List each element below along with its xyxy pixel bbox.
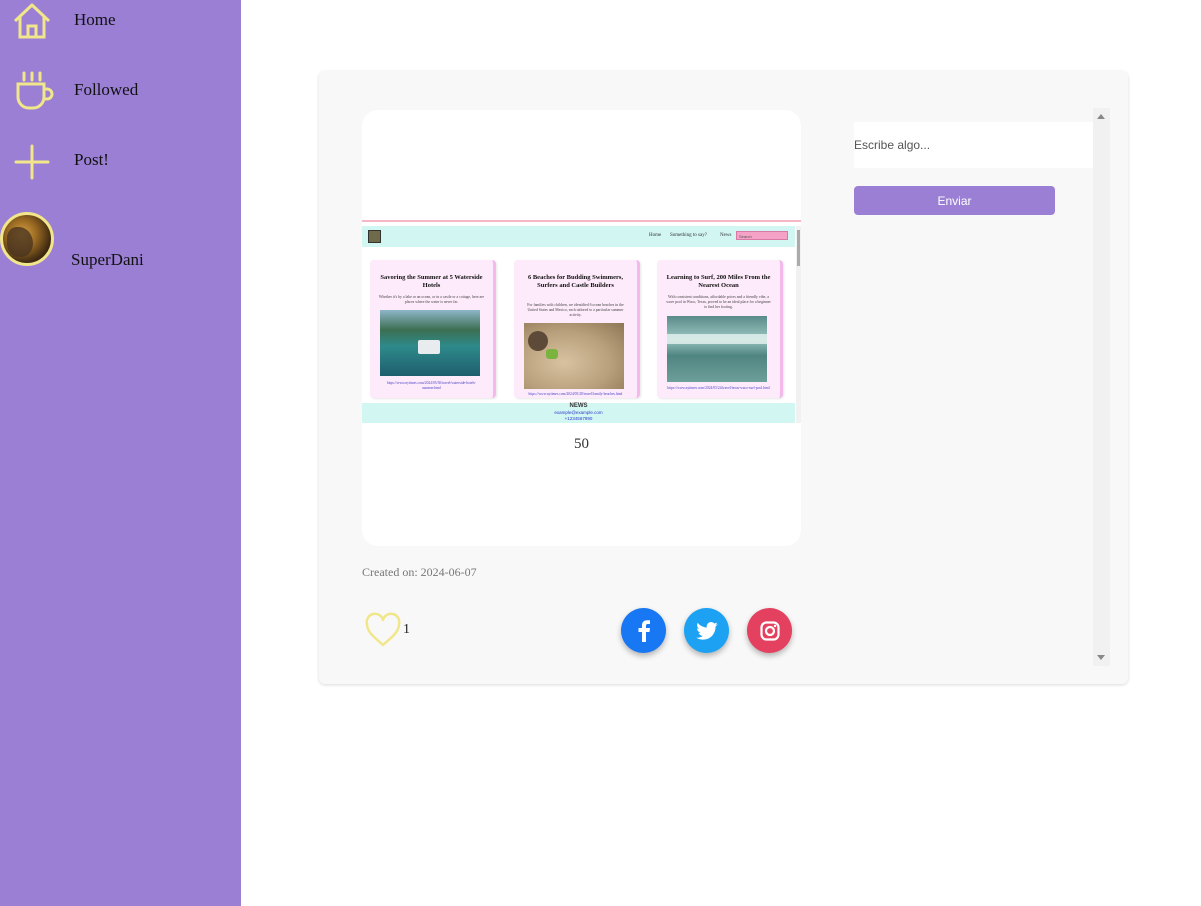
preview-header: Home Something to say? News Search <box>362 226 795 247</box>
avatar[interactable] <box>0 212 54 266</box>
twitter-icon <box>695 621 718 640</box>
preview-article-desc: Whether it's by a lake or an ocean, or i… <box>378 295 485 304</box>
preview-footer-phone: +1234567890 <box>564 416 593 421</box>
sidebar-item-home[interactable]: Home <box>0 0 241 56</box>
plus-icon <box>14 144 50 180</box>
sidebar: Home Followed Post! SuperDani <box>0 0 241 906</box>
preview-nav-say: Something to say? <box>670 233 707 238</box>
preview-article-link: https://www.nytimes.com/2024/05/24/trave… <box>667 386 770 390</box>
preview-nav-home: Home <box>649 233 662 238</box>
sidebar-item-post[interactable]: Post! <box>0 140 241 196</box>
preview-article-image <box>524 323 624 389</box>
post-content: Home Something to say? News Search Savor… <box>362 110 801 546</box>
facebook-icon <box>638 619 650 642</box>
heart-icon[interactable] <box>364 612 402 648</box>
sidebar-item-label: Home <box>74 10 116 29</box>
preview-article-title: Savoring the Summer at 5 Waterside Hotel… <box>380 274 483 289</box>
post-count: 50 <box>574 436 589 452</box>
preview-article-image <box>380 310 480 376</box>
home-icon <box>13 3 51 39</box>
comment-panel: Enviar <box>854 108 1110 666</box>
instagram-icon <box>759 620 780 641</box>
sidebar-item-label: Post! <box>74 150 109 169</box>
comment-input[interactable] <box>854 122 1093 168</box>
preview-search: Search <box>736 231 788 240</box>
preview-footer-brand: NEWS <box>569 403 588 409</box>
preview-article: Savoring the Summer at 5 Waterside Hotel… <box>370 260 496 398</box>
preview-nav-news: News <box>720 233 732 238</box>
user-profile[interactable]: SuperDani <box>0 212 241 274</box>
twitter-share-button[interactable] <box>684 608 729 653</box>
send-button[interactable]: Enviar <box>854 186 1055 215</box>
preview-article-title: Learning to Surf, 200 Miles From the Nea… <box>666 274 771 289</box>
preview-footer: NEWS example@example.com +1234567890 <box>362 403 795 423</box>
sidebar-item-followed[interactable]: Followed <box>0 70 241 126</box>
preview-article-link: https://www.nytimes.com/2024/05/30/trave… <box>386 381 477 390</box>
preview-article: 6 Beaches for Budding Swimmers, Surfers … <box>514 260 640 398</box>
preview-article-title: 6 Beaches for Budding Swimmers, Surfers … <box>527 274 624 289</box>
coffee-cup-icon <box>16 71 54 110</box>
sidebar-item-label: Followed <box>74 80 139 99</box>
preview-article-link: https://www.nytimes.com/2024/05/28/trave… <box>528 392 623 396</box>
comment-scrollbar[interactable] <box>1093 108 1110 666</box>
post-preview-image[interactable]: Home Something to say? News Search Savor… <box>362 220 801 423</box>
preview-logo <box>368 230 381 243</box>
user-name: SuperDani <box>71 250 144 269</box>
created-date: Created on: 2024-06-07 <box>362 565 477 579</box>
preview-article-desc: With consistent conditions, affordable p… <box>666 295 771 309</box>
preview-scrollbar <box>796 226 801 423</box>
facebook-share-button[interactable] <box>621 608 666 653</box>
preview-article-image <box>667 316 767 382</box>
scroll-down-arrow-icon[interactable] <box>1097 655 1105 660</box>
post-card: Home Something to say? News Search Savor… <box>319 71 1128 684</box>
preview-article-desc: For families with children, we identifie… <box>527 303 624 317</box>
preview-article: Learning to Surf, 200 Miles From the Nea… <box>657 260 783 398</box>
instagram-share-button[interactable] <box>747 608 792 653</box>
like-count: 1 <box>403 622 410 637</box>
scroll-up-arrow-icon[interactable] <box>1097 114 1105 119</box>
